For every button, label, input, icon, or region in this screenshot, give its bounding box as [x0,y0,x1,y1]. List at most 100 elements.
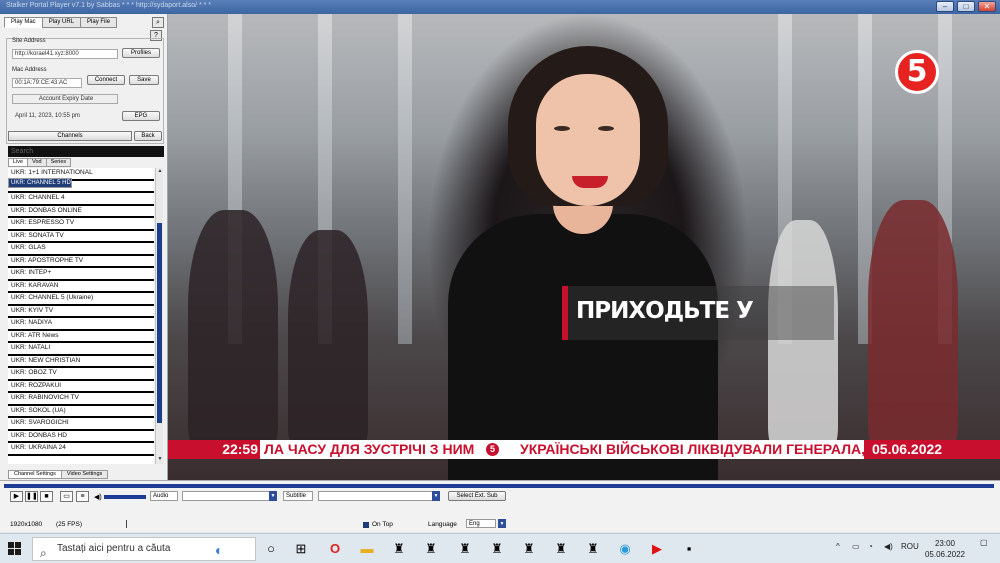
notification-icon[interactable]: ▢ [980,538,988,547]
background-person [188,210,278,450]
select-external-subtitle-button[interactable]: Select Ext. Sub [448,491,506,501]
stop-icon[interactable]: ■ [40,491,53,502]
save-button[interactable]: Save [129,75,159,85]
app-icon[interactable]: ♜ [488,540,506,558]
search-highlight-icon: ◐ [215,542,224,558]
channel-search-input[interactable]: Search [8,146,164,157]
tab-live[interactable]: Live [8,158,29,167]
task-view-icon[interactable]: ○ [262,540,280,558]
speaker-icon[interactable]: ◀) [884,542,893,551]
epg-button[interactable]: EPG [122,111,160,121]
channel-list-item[interactable]: UKR: CHANNEL 5 HD [8,178,72,188]
clock-time: 23:00 [934,539,956,548]
minimize-button[interactable]: – [936,1,954,12]
clock-date: 05.06.2022 [924,550,966,559]
channel-list-item[interactable]: UKR: KARAVAN [8,281,154,293]
play-icon[interactable]: ▶ [10,491,23,502]
ticker-time: 22:59 [168,440,260,459]
subtitle-label: Subtitle [283,491,313,501]
channel-list-item[interactable]: UKR: ATR News [8,331,154,343]
scroll-up-arrow-icon[interactable]: ▲ [156,168,164,176]
maximize-button[interactable]: □ [957,1,975,12]
video-player[interactable]: 5 ПРИХОДЬТЕ У 22:59 ЛА ЧАСУ ДЛЯ ЗУСТРІЧІ… [168,14,1000,480]
channel-list-item[interactable]: UKR: DONBAS HD [8,431,154,443]
ticker-text-second: УКРАЇНСЬКІ ВІЙСЬКОВІ ЛІКВІДУВАЛИ ГЕНЕРАЛ… [520,441,864,457]
widgets-icon[interactable]: ⊞ [292,540,310,558]
opera-browser-icon[interactable]: O [326,540,344,558]
ticker-date: 05.06.2022 [864,440,1000,459]
screen-icon[interactable]: ▭ [60,491,73,502]
channel-list-item[interactable]: UKR: UKRAINA 24 [8,443,154,456]
network-icon[interactable]: ◔ [868,542,873,551]
app-icon[interactable]: ♜ [552,540,570,558]
channel-list-item[interactable]: UKR: NEW CHRISTIAN [8,356,154,368]
mac-address-input[interactable]: 00:1A:79:CE:43:AC [12,78,82,88]
channel-list-item[interactable]: UKR: RABINOVICH TV [8,393,154,406]
windows-start-icon[interactable] [8,542,22,556]
language-dropdown-icon[interactable]: ▼ [498,519,506,528]
pause-icon[interactable]: ❚❚ [25,491,38,502]
channel-list-item[interactable]: UKR: SVAROGICHI [8,418,154,431]
tab-channel-settings[interactable]: Channel Settings [8,470,62,479]
file-explorer-icon[interactable]: ▬ [358,540,376,558]
connect-button[interactable]: Connect [87,75,125,85]
tab-play-url[interactable]: Play URL [41,17,82,28]
channel-list-item[interactable]: UKR: ESPRESSO TV [8,218,154,231]
audio-select[interactable] [182,491,270,501]
app-icon[interactable]: ♜ [390,540,408,558]
channel-list-item[interactable]: UKR: APOSTROPHE TV [8,256,154,268]
app-icon[interactable]: ♜ [520,540,538,558]
tab-play-mac[interactable]: Play Mac [4,17,43,28]
subtitle-select[interactable] [318,491,434,501]
app-icon[interactable]: ◉ [616,540,634,558]
language-select[interactable]: Eng [466,519,496,528]
mac-address-label: Mac Address [12,67,47,73]
tab-video-settings[interactable]: Video Settings [60,470,109,479]
site-address-input[interactable]: http://korael41.xyz:8000 [12,49,118,59]
channel-list-item[interactable]: UKR: INTEP+ [8,268,154,281]
channel-list-item[interactable]: UKR: GLAS [8,243,154,256]
terminal-icon[interactable]: ▪ [680,540,698,558]
close-button[interactable]: ✕ [978,1,996,12]
channel-list-item[interactable]: UKR: OBOZ TV [8,368,154,381]
keyboard-language[interactable]: ROU [901,542,919,551]
app-icon[interactable]: ♜ [584,540,602,558]
channel-list-item[interactable]: UKR: CHANNEL 4 [8,193,154,206]
promo-text: ПРИХОДЬТЕ У [576,298,754,324]
media-player-icon[interactable]: ▶ [648,540,666,558]
tray-chevron-icon[interactable]: ^ [836,542,840,551]
app-icon[interactable]: ♜ [456,540,474,558]
site-address-label: Site Address [12,38,46,44]
taskbar-clock[interactable]: 23:00 05.06.2022 [922,538,968,560]
tab-vod[interactable]: Vod [27,158,47,167]
account-expiry-value: April 11, 2023, 10:55 pm [15,113,80,119]
playback-progress-bar[interactable] [4,484,994,488]
channel-list-item[interactable]: UKR: NADIYA [8,318,154,331]
channel-list-item[interactable]: UKR: NATALI [8,343,154,356]
back-button[interactable]: Back [134,131,162,141]
channel-list-scrollbar[interactable]: ▲ ▼ [155,168,163,464]
tab-series[interactable]: Series [45,158,72,167]
scroll-down-arrow-icon[interactable]: ▼ [156,456,164,464]
audio-dropdown-icon[interactable]: ▼ [269,491,277,501]
taskbar-search-input[interactable]: ⌕ Tastați aici pentru a căuta ◐ [32,537,256,561]
channel-list-item[interactable]: UKR: CHANNEL 5 (Ukraine) [8,293,154,306]
profiles-button[interactable]: Profiles [122,48,160,58]
subtitle-dropdown-icon[interactable]: ▼ [432,491,440,501]
battery-icon[interactable]: ▭ [852,542,860,551]
channel-list-item[interactable]: UKR: ROZPAKUI [8,381,154,393]
channel-list-item[interactable]: UKR: KYIV TV [8,306,154,318]
volume-slider[interactable] [104,495,146,499]
channel-list: UKR: 1+1 INTERNATIONALUKR: UA TVUKR: CHA… [8,168,154,464]
on-top-checkbox[interactable] [363,522,369,528]
app-icon[interactable]: ♜ [422,540,440,558]
scrollbar-thumb[interactable] [157,223,162,423]
search-icon[interactable]: ⌕ [152,17,164,28]
tab-play-file[interactable]: Play File [80,17,118,28]
status-bar: 1920x1080 (25 FPS) On Top Language Eng ▼ [0,519,1000,532]
channel-list-item[interactable]: UKR: SONATA TV [8,231,154,243]
channel-list-item[interactable]: UKR: DONBAS ONLINE [8,206,154,218]
channel-list-item[interactable]: UKR: SOKOL (UA) [8,406,154,418]
channels-button[interactable]: Channels [8,131,132,141]
playlist-icon[interactable]: ≡ [76,491,89,502]
